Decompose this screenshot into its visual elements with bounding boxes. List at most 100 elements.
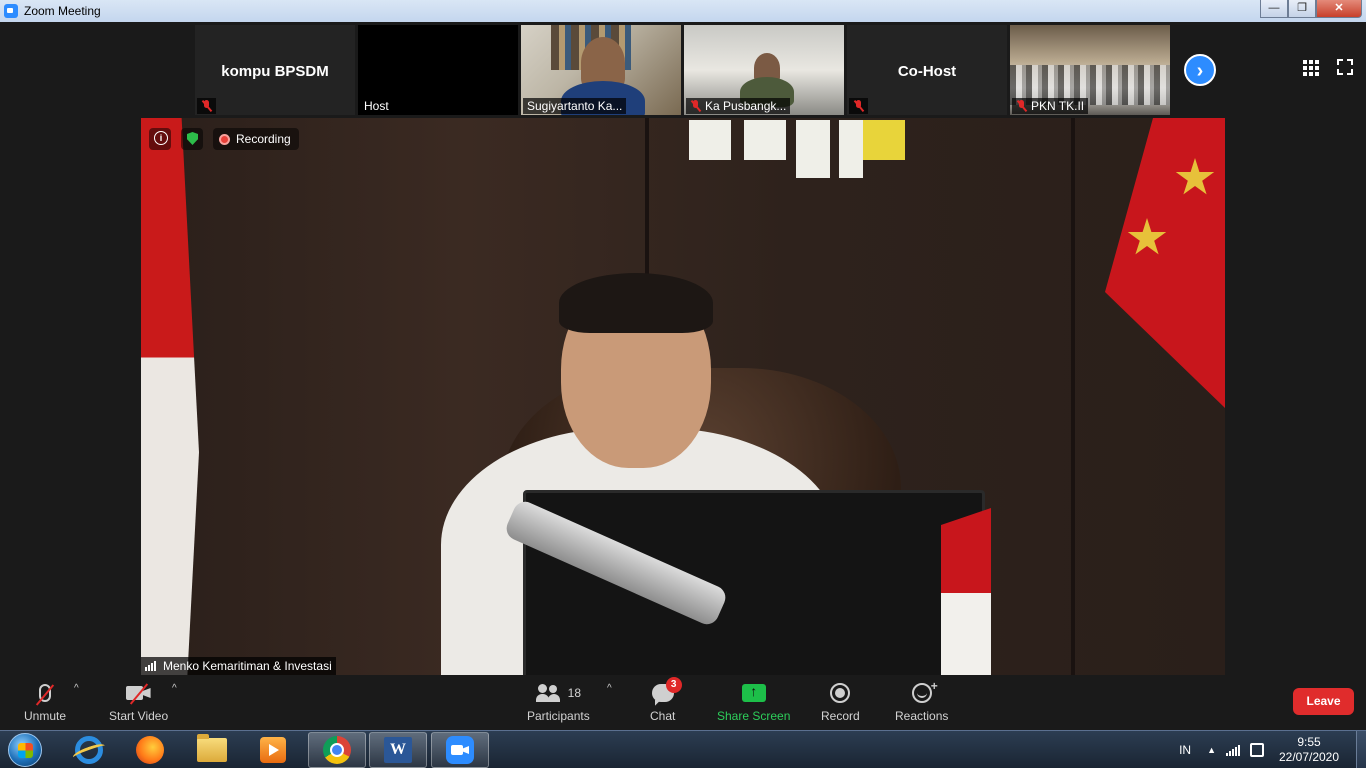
- internet-explorer-icon: [75, 736, 103, 764]
- desk-flag: [941, 508, 991, 675]
- reactions-button[interactable]: + Reactions: [895, 679, 949, 723]
- flag-right: [1105, 118, 1225, 408]
- participant-label: Sugiyartanto Ka...: [527, 99, 623, 113]
- unmute-label: Unmute: [24, 709, 67, 723]
- maximize-button[interactable]: ❐: [1288, 0, 1316, 18]
- participant-name: kompu BPSDM: [221, 63, 329, 80]
- close-button[interactable]: ✕: [1316, 0, 1362, 18]
- chat-button[interactable]: 3 Chat: [650, 677, 682, 723]
- participant-thumbnail[interactable]: kompu BPSDM: [195, 25, 355, 115]
- record-label: Record: [821, 709, 860, 723]
- muted-mic-icon: [39, 684, 52, 702]
- video-options-caret[interactable]: ^: [172, 683, 177, 694]
- connection-signal-icon: [145, 661, 159, 671]
- unmute-button[interactable]: Unmute: [24, 681, 66, 723]
- flag-star: [1175, 158, 1215, 195]
- muted-mic-icon: [1016, 100, 1027, 112]
- wall-note: [689, 120, 731, 160]
- speaker-hair: [559, 273, 713, 333]
- taskbar-file-explorer[interactable]: [183, 732, 241, 768]
- participant-thumbnail[interactable]: PKN TK.II: [1010, 25, 1170, 115]
- video-off-icon: [125, 683, 152, 705]
- participant-thumbnail[interactable]: Ka Pusbangk...: [684, 25, 844, 115]
- reactions-label: Reactions: [895, 709, 949, 723]
- record-button[interactable]: Record: [821, 681, 860, 723]
- taskbar-zoom[interactable]: [431, 732, 489, 768]
- participants-options-caret[interactable]: ^: [607, 683, 612, 694]
- audio-options-caret[interactable]: ^: [74, 683, 79, 694]
- speaker-name: Menko Kemaritiman & Investasi: [163, 659, 332, 673]
- active-speaker-video[interactable]: Recording Menko Kemaritiman & Investasi: [141, 118, 1225, 675]
- start-video-label: Start Video: [109, 709, 169, 723]
- share-screen-button[interactable]: Share Screen: [717, 681, 790, 723]
- gallery-view-icon[interactable]: [1303, 60, 1319, 76]
- taskbar-word[interactable]: W: [369, 732, 427, 768]
- start-video-button[interactable]: Start Video: [109, 681, 168, 723]
- taskbar-firefox[interactable]: [121, 732, 179, 768]
- participant-thumbnail[interactable]: Sugiyartanto Ka...: [521, 25, 681, 115]
- taskbar-internet-explorer[interactable]: [60, 732, 118, 768]
- system-clock[interactable]: 9:55 22/07/2020: [1278, 735, 1340, 765]
- network-signal-icon[interactable]: [1226, 744, 1242, 756]
- fullscreen-icon[interactable]: [1337, 59, 1353, 75]
- participants-count: 18: [567, 686, 582, 700]
- meeting-info-icon[interactable]: [149, 128, 171, 150]
- chrome-icon: [323, 736, 351, 764]
- firefox-icon: [136, 736, 164, 764]
- participant-tag: [849, 98, 868, 114]
- muted-mic-icon: [201, 100, 212, 112]
- desk-monitor: [523, 490, 985, 675]
- participant-thumbnail[interactable]: Host: [358, 25, 518, 115]
- zoom-app-icon: [4, 4, 18, 18]
- meeting-controls: Unmute ^ Start Video ^ 18 Participants ^: [0, 675, 1366, 730]
- participant-tag: PKN TK.II: [1012, 98, 1089, 114]
- muted-mic-icon: [690, 100, 701, 112]
- chat-label: Chat: [650, 709, 676, 723]
- participants-icon: [535, 684, 562, 702]
- action-center-icon[interactable]: [1250, 743, 1264, 757]
- participants-button[interactable]: 18 Participants: [527, 681, 590, 723]
- participant-tag: Sugiyartanto Ka...: [523, 98, 627, 114]
- taskbar-media-player[interactable]: [244, 732, 302, 768]
- next-page-button[interactable]: ›: [1184, 54, 1216, 86]
- show-hidden-icons[interactable]: ▲: [1207, 745, 1216, 755]
- minimize-button[interactable]: —: [1260, 0, 1288, 18]
- wall-note: [796, 120, 830, 178]
- share-screen-label: Share Screen: [717, 709, 791, 723]
- leave-button[interactable]: Leave: [1293, 688, 1354, 715]
- meeting-status-overlay: Recording: [149, 128, 299, 150]
- participant-name: Co-Host: [897, 63, 957, 80]
- participant-label: PKN TK.II: [1031, 99, 1085, 113]
- participants-label: Participants: [527, 709, 590, 723]
- record-icon: [830, 683, 851, 703]
- wall-sign: [863, 120, 905, 160]
- share-screen-icon: [741, 683, 766, 702]
- window-titlebar: Zoom Meeting — ❐ ✕: [0, 0, 1366, 22]
- folder-icon: [197, 734, 227, 762]
- taskbar-chrome[interactable]: [308, 732, 366, 768]
- muted-mic-icon: [853, 100, 864, 112]
- recording-dot-icon: [219, 133, 230, 145]
- language-indicator[interactable]: IN: [1179, 743, 1191, 757]
- participant-tag: Host: [360, 98, 393, 114]
- participant-thumbnail[interactable]: Co-Host: [847, 25, 1007, 115]
- zoom-icon: [446, 736, 474, 764]
- speaker-name-tag: Menko Kemaritiman & Investasi: [141, 657, 336, 675]
- window-title: Zoom Meeting: [24, 4, 101, 18]
- security-shield-icon[interactable]: [181, 128, 203, 150]
- reactions-icon: +: [911, 679, 938, 703]
- windows-taskbar: W IN ▲ 9:55 22/07/2020: [0, 730, 1366, 768]
- system-tray: IN ▲ 9:55 22/07/2020: [1179, 731, 1366, 768]
- recording-label: Recording: [236, 132, 291, 146]
- wall-note: [744, 120, 786, 160]
- show-desktop-button[interactable]: [1356, 731, 1366, 768]
- media-player-icon: [260, 737, 286, 763]
- recording-indicator[interactable]: Recording: [213, 128, 299, 150]
- word-icon: W: [384, 737, 412, 763]
- flag-left: [141, 118, 199, 675]
- participant-label: Host: [364, 99, 389, 113]
- zoom-window: Zoom Meeting — ❐ ✕ kompu BPSDM Host Sugi…: [0, 0, 1366, 768]
- clock-time: 9:55: [1297, 735, 1321, 749]
- participant-strip: kompu BPSDM Host Sugiyartanto Ka... Ka P…: [0, 22, 1366, 118]
- start-button[interactable]: [8, 733, 42, 767]
